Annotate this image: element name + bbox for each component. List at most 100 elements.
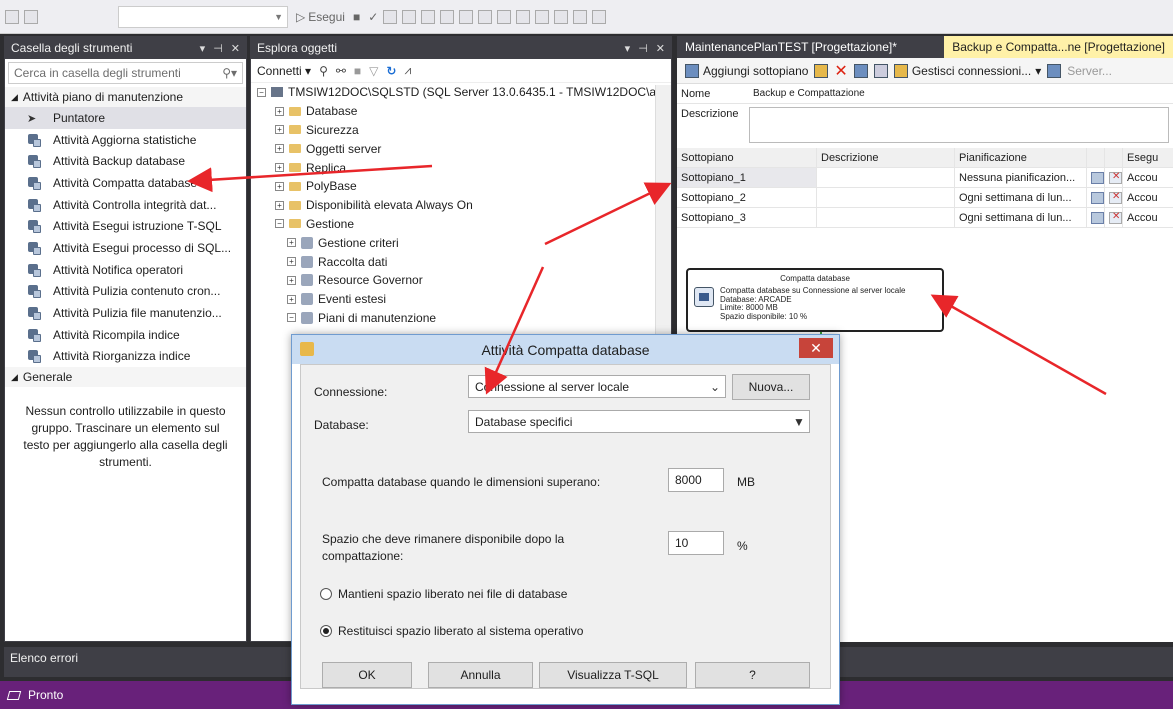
view-tsql-button[interactable]: Visualizza T-SQL <box>539 662 687 688</box>
schedule-button[interactable] <box>1087 168 1105 187</box>
collapse-icon[interactable]: − <box>275 219 284 229</box>
toolbar-icon[interactable] <box>554 9 569 24</box>
check-icon[interactable]: ✓ <box>368 10 378 24</box>
subplan-description-cell[interactable] <box>817 208 955 227</box>
toolbar-icon[interactable] <box>402 9 417 24</box>
stop-icon[interactable]: ■ <box>354 64 361 78</box>
toolbar-combo[interactable]: ▼ <box>118 5 288 28</box>
toolbox-item[interactable]: Attività Backup database <box>5 150 246 172</box>
tree-node[interactable]: + Sicurezza <box>251 121 671 140</box>
subplan-schedule-cell[interactable]: Ogni settimana di lun... <box>955 208 1087 227</box>
connection-select[interactable]: Connessione al server locale ⌄ <box>468 375 726 398</box>
tree-node-server[interactable]: − TMSIW12DOC\SQLSTD (SQL Server 13.0.643… <box>251 83 671 102</box>
help-button[interactable]: ? <box>695 662 810 688</box>
free-space-input[interactable]: 10 <box>668 531 724 555</box>
toolbox-group-general[interactable]: ◢ Generale <box>5 367 246 388</box>
filter-icon[interactable] <box>24 9 38 24</box>
toolbox-item[interactable]: Attività Compatta database <box>5 172 246 194</box>
toolbox-item[interactable]: Attività Riorganizza indice <box>5 346 246 368</box>
schedule-remove-icon[interactable] <box>873 63 888 78</box>
tree-node[interactable]: + Replica <box>251 158 671 177</box>
remove-schedule-button[interactable] <box>1105 168 1123 187</box>
remove-schedule-button[interactable] <box>1105 188 1123 207</box>
remove-schedule-button[interactable] <box>1105 208 1123 227</box>
dropdown-icon[interactable]: ▾ <box>625 42 631 55</box>
add-subplan-button[interactable]: Aggiungi sottopiano <box>685 63 808 78</box>
toolbox-item[interactable]: Attività Pulizia file manutenzio... <box>5 302 246 324</box>
pin-icon[interactable]: ⊣ <box>213 42 223 55</box>
expand-icon[interactable]: + <box>275 200 284 210</box>
toolbox-item[interactable]: Attività Esegui istruzione T-SQL <box>5 215 246 237</box>
subplan-row[interactable]: Sottopiano_2 Ogni settimana di lun... Acco… <box>677 188 1173 208</box>
pin-icon[interactable]: ⊣ <box>638 42 648 55</box>
toolbar-icon[interactable] <box>497 9 512 24</box>
column-header[interactable] <box>1105 148 1123 167</box>
reporting-icon[interactable] <box>1047 63 1062 78</box>
column-header[interactable] <box>1087 148 1105 167</box>
subplan-description-cell[interactable] <box>817 168 955 187</box>
subplan-schedule-cell[interactable]: Nessuna pianificazion... <box>955 168 1087 187</box>
toolbox-group-maintenance[interactable]: ◢ Attività piano di manutenzione <box>5 87 246 107</box>
column-header[interactable]: Descrizione <box>817 148 955 167</box>
tree-node[interactable]: + PolyBase <box>251 177 671 196</box>
connect-button[interactable]: Connetti ▾ <box>257 64 311 78</box>
properties-icon[interactable] <box>814 63 829 78</box>
manage-connections-button[interactable]: Gestisci connessioni... ▾ <box>893 63 1041 78</box>
tree-node[interactable]: + Raccolta dati <box>251 252 671 271</box>
toolbar-icon[interactable] <box>459 9 474 24</box>
collapse-icon[interactable]: − <box>257 87 266 97</box>
toolbar-icon[interactable] <box>478 9 493 24</box>
column-header[interactable]: Sottopiano <box>677 148 817 167</box>
schedule-button[interactable] <box>1087 188 1105 207</box>
tree-node[interactable]: + Oggetti server <box>251 139 671 158</box>
toolbar-icon[interactable] <box>440 9 455 24</box>
tree-node[interactable]: + Disponibilità elevata Always On <box>251 196 671 215</box>
toolbox-item[interactable]: ➤ Puntatore <box>5 107 246 129</box>
radio-button[interactable] <box>320 588 332 600</box>
funnel-icon[interactable]: ▽ <box>369 64 378 78</box>
subplan-description-cell[interactable] <box>817 188 955 207</box>
expand-icon[interactable]: + <box>287 275 296 285</box>
shrink-threshold-input[interactable]: 8000 <box>668 468 724 492</box>
toolbar-icon[interactable] <box>516 9 531 24</box>
toolbar-icon[interactable] <box>5 9 19 24</box>
subplan-name-cell[interactable]: Sottopiano_3 <box>677 208 817 227</box>
subplan-run-as-cell[interactable]: Accou <box>1123 168 1173 187</box>
toolbar-icon[interactable] <box>592 9 607 24</box>
column-header[interactable]: Pianificazione <box>955 148 1087 167</box>
new-connection-button[interactable]: Nuova... <box>732 374 810 400</box>
stop-icon[interactable]: ■ <box>353 10 360 24</box>
toolbox-search-input[interactable]: Cerca in casella degli strumenti ⚲▾ <box>8 62 243 84</box>
toolbox-item[interactable]: Attività Notifica operatori <box>5 259 246 281</box>
dialog-titlebar[interactable]: Attività Compatta database ✕ <box>292 335 839 364</box>
filter-icon[interactable]: ⚲ <box>319 64 328 78</box>
refresh-icon[interactable]: ↻ <box>386 64 396 78</box>
tree-node[interactable]: + Gestione criteri <box>251 233 671 252</box>
toolbox-item[interactable]: Attività Ricompila indice <box>5 324 246 346</box>
collapse-icon[interactable]: − <box>287 313 296 323</box>
expand-icon[interactable]: + <box>275 125 284 135</box>
tree-node[interactable]: + Eventi estesi <box>251 290 671 309</box>
activity-icon[interactable]: ⩘ <box>404 63 411 78</box>
tree-node[interactable]: − Piani di manutenzione <box>251 309 671 328</box>
expand-icon[interactable]: + <box>287 238 296 248</box>
delete-icon[interactable]: ✕ <box>834 61 847 81</box>
expand-icon[interactable]: + <box>275 106 284 116</box>
subplan-name-cell[interactable]: Sottopiano_2 <box>677 188 817 207</box>
close-icon[interactable]: ✕ <box>231 42 240 55</box>
expand-icon[interactable]: + <box>275 181 284 191</box>
subplan-schedule-cell[interactable]: Ogni settimana di lun... <box>955 188 1087 207</box>
toolbar-icon[interactable] <box>383 9 398 24</box>
tab-maintenance-plan[interactable]: MaintenancePlanTEST [Progettazione]* <box>677 36 945 58</box>
tab-backup-compatta[interactable]: Backup e Compatta...ne [Progettazione] <box>944 36 1173 58</box>
database-select[interactable]: Database specifici ▼ <box>468 410 810 433</box>
toolbar-icon[interactable] <box>573 9 588 24</box>
close-icon[interactable]: ✕ <box>656 42 665 55</box>
cancel-button[interactable]: Annulla <box>428 662 533 688</box>
expand-icon[interactable]: + <box>275 163 284 173</box>
compatta-database-task[interactable]: Compatta database Compatta database su C… <box>686 268 944 332</box>
radio-release-space[interactable]: Restituisci spazio liberato al sistema o… <box>320 624 583 638</box>
radio-keep-space[interactable]: Mantieni spazio liberato nei file di dat… <box>320 587 567 601</box>
subplan-row[interactable]: Sottopiano_3 Ogni settimana di lun... Acco… <box>677 208 1173 228</box>
expand-icon[interactable]: + <box>275 144 284 154</box>
